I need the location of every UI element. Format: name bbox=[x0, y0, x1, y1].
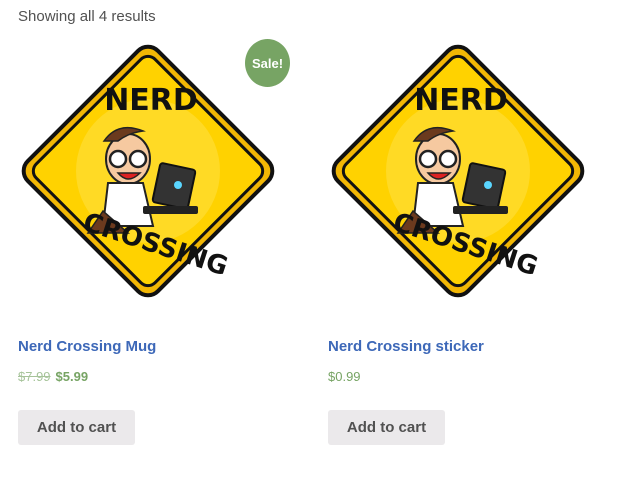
nerd-crossing-logo-image: NERD CROSSING bbox=[331, 44, 585, 298]
add-to-cart-button[interactable]: Add to cart bbox=[328, 410, 445, 445]
logo-top-text: NERD bbox=[104, 83, 198, 118]
add-to-cart-button[interactable]: Add to cart bbox=[18, 410, 135, 445]
regular-price: $7.99 bbox=[18, 369, 51, 384]
product-card: NERD CROSSING Nerd Crossing sticker $0.9… bbox=[326, 38, 616, 445]
product-grid: NERD CROSSING Sale! Nerd Crossing Mug $7… bbox=[0, 0, 619, 481]
sale-price: $5.99 bbox=[55, 369, 89, 384]
product-title-link[interactable]: Nerd Crossing Mug bbox=[18, 338, 156, 355]
nerd-crossing-logo-image: NERD CROSSING bbox=[21, 44, 275, 298]
product-price: $7.99 $5.99 bbox=[18, 369, 88, 384]
product-card: NERD CROSSING Sale! Nerd Crossing Mug $7… bbox=[16, 38, 306, 445]
product-image-link[interactable]: NERD CROSSING bbox=[326, 38, 591, 308]
product-price: $0.99 bbox=[328, 369, 361, 384]
logo-top-text: NERD bbox=[414, 83, 508, 118]
product-title-link[interactable]: Nerd Crossing sticker bbox=[328, 338, 484, 355]
product-image-link[interactable]: NERD CROSSING Sale! bbox=[16, 38, 290, 308]
sale-badge: Sale! bbox=[245, 39, 290, 87]
